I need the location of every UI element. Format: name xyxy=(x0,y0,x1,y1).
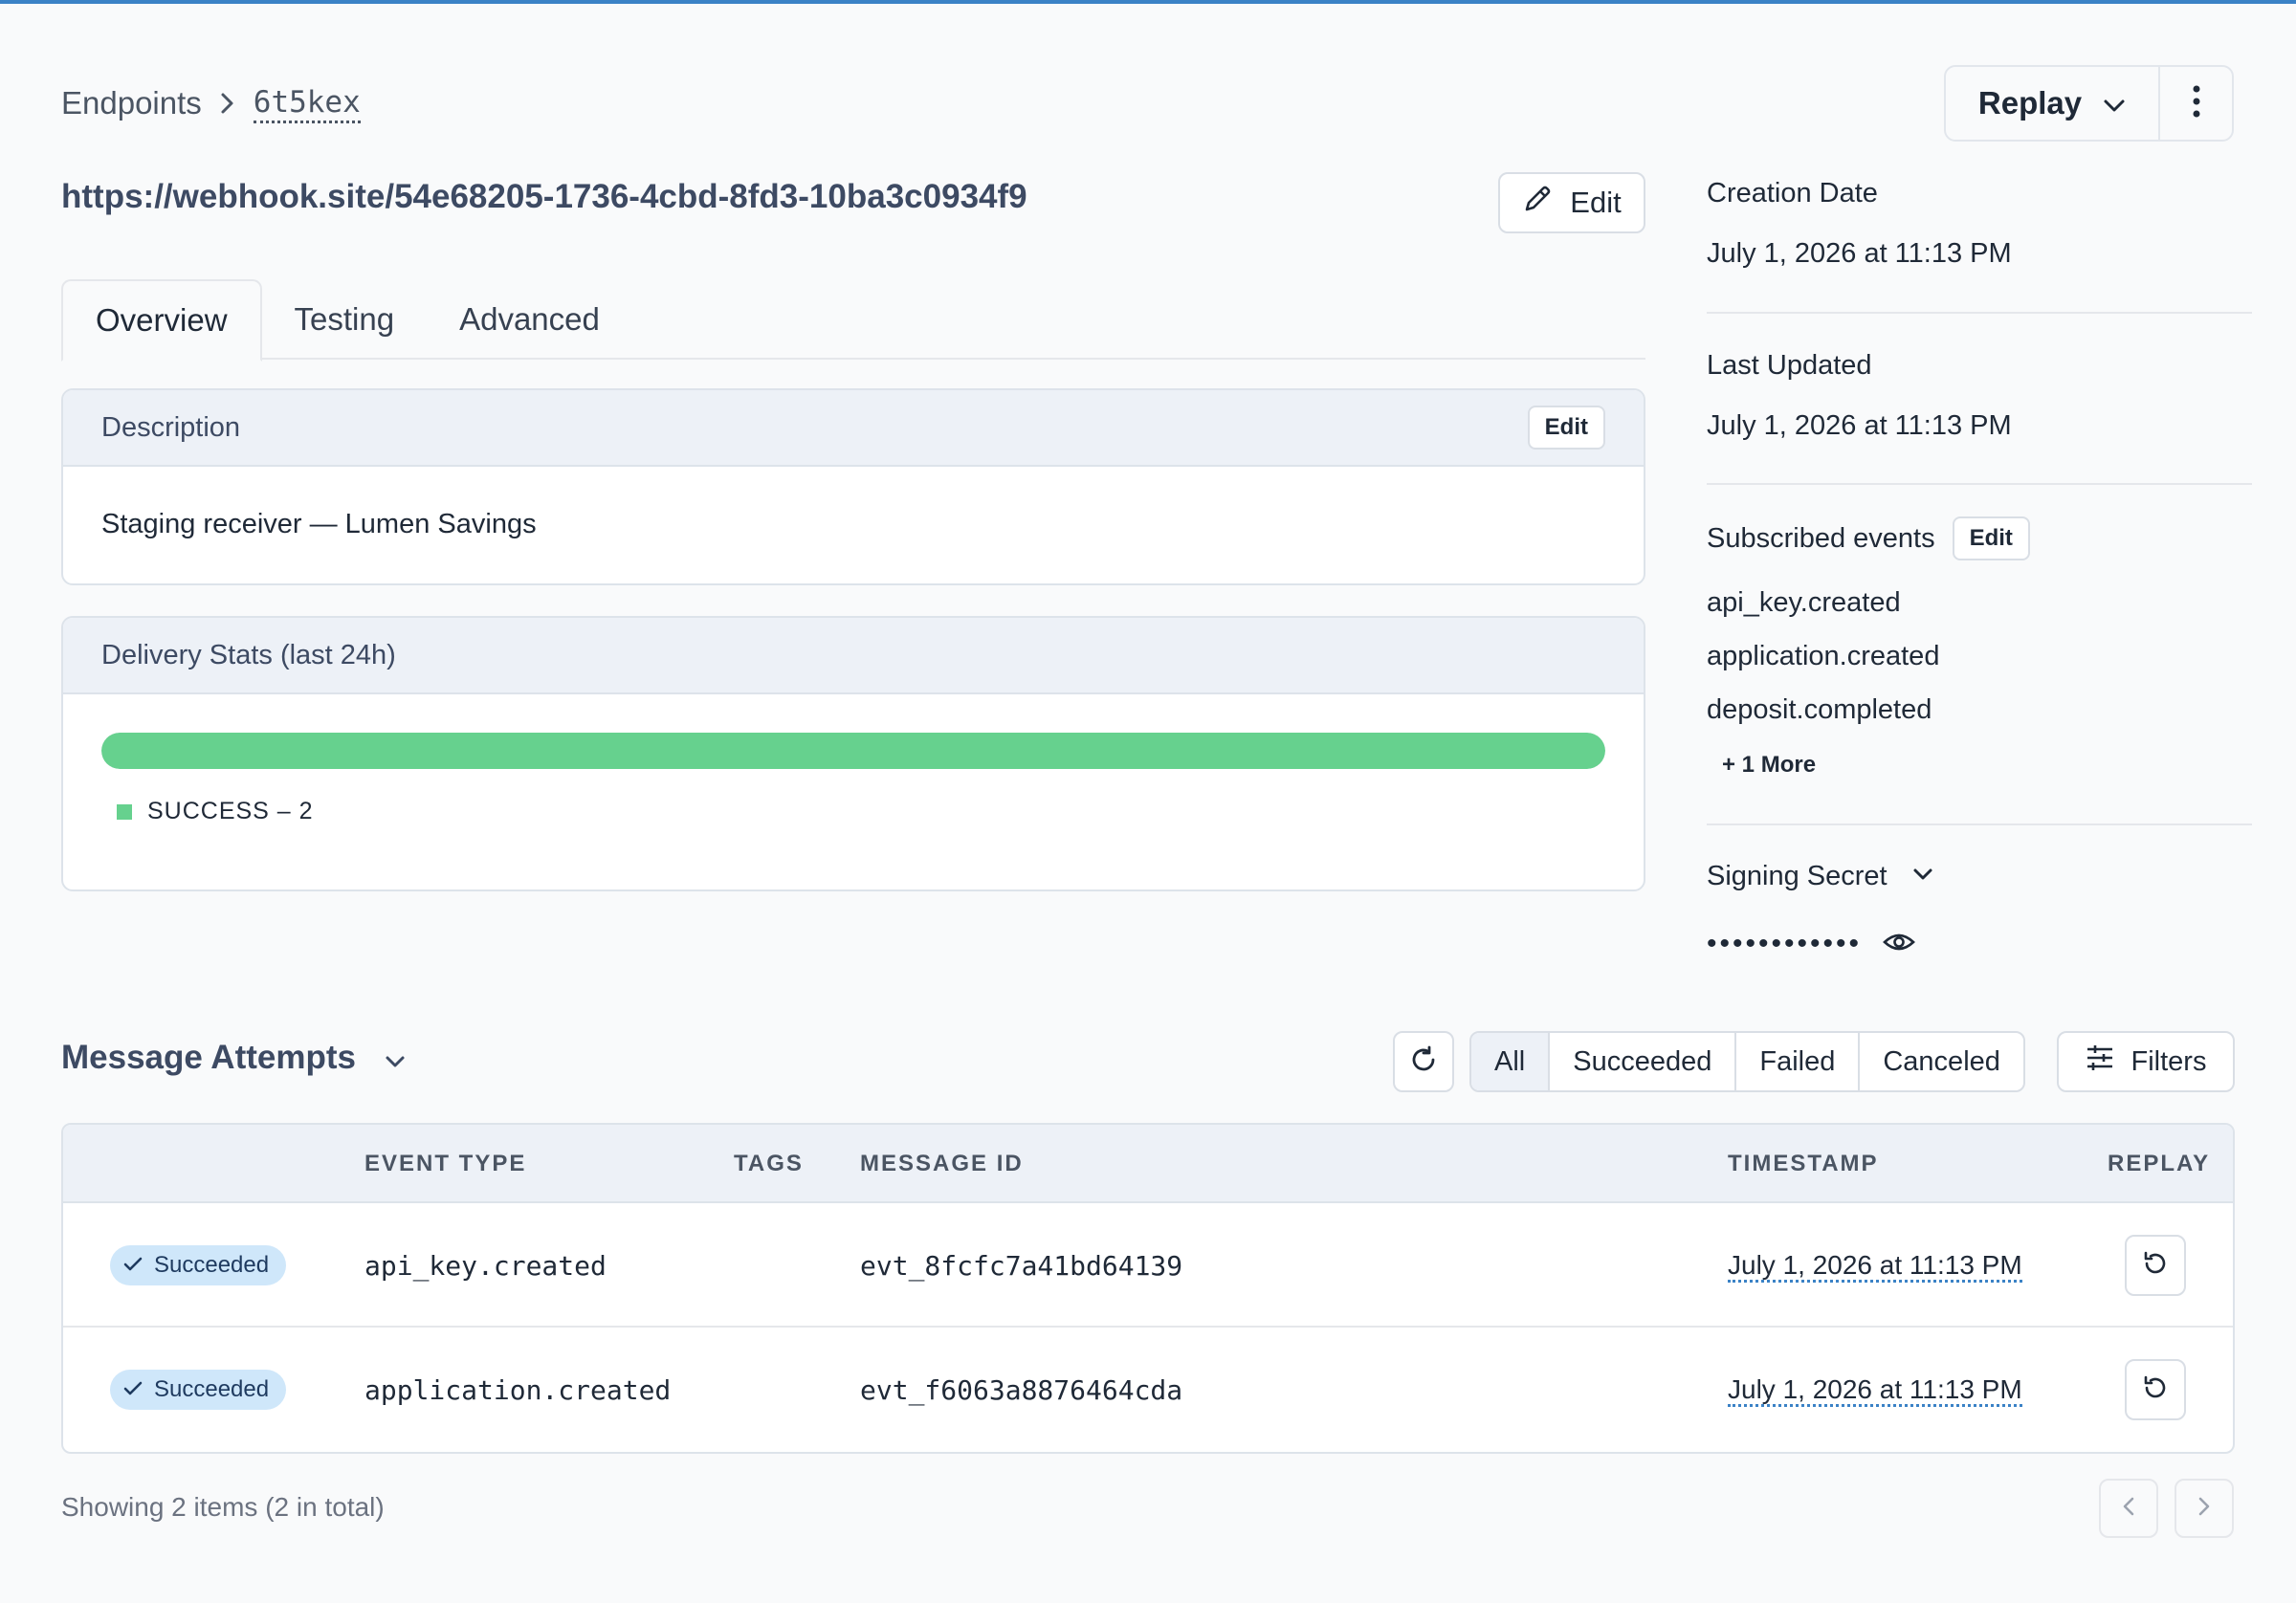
event-type-cell: application.created xyxy=(364,1373,672,1406)
column-tags: TAGS xyxy=(734,1151,804,1176)
delivery-stats-card: Delivery Stats (last 24h) SUCCESS – 2 xyxy=(61,616,1645,891)
replay-button-group: Replay xyxy=(1944,65,2234,142)
delivery-stats-header: Delivery Stats (last 24h) xyxy=(63,618,1644,694)
subscribed-events-label: Subscribed events xyxy=(1707,522,1935,554)
tab-advanced[interactable]: Advanced xyxy=(427,279,632,360)
breadcrumb: Endpoints 6t5kex xyxy=(61,82,361,124)
next-page-button[interactable] xyxy=(2175,1479,2234,1538)
message-id-cell[interactable]: evt_f6063a8876464cda xyxy=(860,1328,1182,1452)
description-text: Staging receiver — Lumen Savings xyxy=(101,509,537,539)
message-attempts-title[interactable]: Message Attempts xyxy=(61,1039,406,1077)
chevron-down-icon xyxy=(385,1039,406,1077)
breadcrumb-endpoints-link[interactable]: Endpoints xyxy=(61,85,202,121)
refresh-button[interactable] xyxy=(1393,1031,1454,1092)
event-item: api_key.created xyxy=(1707,587,1901,618)
status-badge: Succeeded xyxy=(110,1245,287,1285)
status-label: Succeeded xyxy=(154,1252,270,1278)
replay-button[interactable]: Replay xyxy=(1946,67,2160,140)
table-header: EVENT TYPE TAGS MESSAGE ID TIMESTAMP REP… xyxy=(63,1125,2233,1203)
edit-events-button[interactable]: Edit xyxy=(1952,516,2030,560)
replay-icon xyxy=(2142,1250,2169,1282)
success-legend-swatch xyxy=(117,803,132,820)
signing-secret-toggle[interactable]: Signing Secret xyxy=(1707,861,1933,892)
sliders-icon xyxy=(2086,1043,2114,1080)
endpoint-url: https://webhook.site/54e68205-1736-4cbd-… xyxy=(61,178,1027,215)
edit-url-button[interactable]: Edit xyxy=(1498,172,1645,233)
side-divider xyxy=(1707,823,2252,825)
column-event-type: EVENT TYPE xyxy=(364,1151,527,1176)
chevron-left-icon xyxy=(2122,1496,2135,1522)
edit-url-label: Edit xyxy=(1570,186,1622,219)
table-row[interactable]: Succeeded api_key.created evt_8fcfc7a41b… xyxy=(63,1203,2233,1328)
top-accent-bar xyxy=(0,0,2296,4)
tab-testing[interactable]: Testing xyxy=(262,279,428,360)
side-divider xyxy=(1707,312,2252,314)
row-replay-button[interactable] xyxy=(2125,1359,2186,1420)
refresh-icon xyxy=(1409,1045,1438,1079)
timestamp-cell: July 1, 2026 at 11:13 PM xyxy=(1728,1374,2024,1407)
event-item: application.created xyxy=(1707,641,1940,671)
signing-secret-masked: •••••••••••• xyxy=(1707,928,1863,959)
chevron-down-icon xyxy=(1912,867,1933,886)
filter-canceled[interactable]: Canceled xyxy=(1858,1033,2023,1090)
creation-date-value: July 1, 2026 at 11:13 PM xyxy=(1707,238,2012,269)
status-label: Succeeded xyxy=(154,1376,270,1402)
check-icon xyxy=(123,1376,143,1403)
chevron-down-icon xyxy=(2103,85,2126,121)
column-timestamp: TIMESTAMP xyxy=(1728,1151,1879,1176)
event-type-cell: api_key.created xyxy=(364,1249,607,1282)
signing-secret-value: •••••••••••• xyxy=(1707,928,1915,960)
replay-label: Replay xyxy=(1977,85,2083,121)
chevron-right-icon xyxy=(2197,1496,2211,1522)
subscribed-events-header: Subscribed events Edit xyxy=(1707,516,2030,560)
timestamp-text: July 1, 2026 at 11:13 PM xyxy=(1728,1250,2022,1283)
status-badge: Succeeded xyxy=(110,1370,287,1410)
column-message-id: MESSAGE ID xyxy=(860,1151,1024,1176)
creation-date-label: Creation Date xyxy=(1707,178,1878,209)
delivery-stats-bar xyxy=(101,733,1605,769)
filters-label: Filters xyxy=(2130,1045,2207,1077)
side-divider xyxy=(1707,483,2252,485)
last-updated-value: July 1, 2026 at 11:13 PM xyxy=(1707,410,2012,441)
eye-icon[interactable] xyxy=(1883,931,1915,958)
replay-icon xyxy=(2142,1374,2169,1406)
filter-failed[interactable]: Failed xyxy=(1734,1033,1858,1090)
message-attempts-table: EVENT TYPE TAGS MESSAGE ID TIMESTAMP REP… xyxy=(61,1123,2235,1454)
status-filter-group: All Succeeded Failed Canceled xyxy=(1469,1031,2025,1092)
column-replay: REPLAY xyxy=(2108,1151,2211,1176)
description-title: Description xyxy=(101,411,241,443)
more-events-link[interactable]: + 1 More xyxy=(1722,752,1816,779)
last-updated-label: Last Updated xyxy=(1707,350,1872,381)
signing-secret-label: Signing Secret xyxy=(1707,861,1888,891)
timestamp-cell: July 1, 2026 at 11:13 PM xyxy=(1728,1250,2024,1283)
message-id-cell[interactable]: evt_8fcfc7a41bd64139 xyxy=(860,1203,1182,1328)
tab-bar: Overview Testing Advanced xyxy=(61,279,1645,362)
filters-button[interactable]: Filters xyxy=(2057,1031,2235,1092)
edit-description-button[interactable]: Edit xyxy=(1527,406,1605,450)
check-icon xyxy=(123,1252,143,1279)
description-header: Description Edit xyxy=(63,390,1644,467)
previous-page-button[interactable] xyxy=(2099,1479,2158,1538)
description-card: Description Edit Staging receiver — Lume… xyxy=(61,388,1645,585)
event-item: deposit.completed xyxy=(1707,694,1932,725)
timestamp-text: July 1, 2026 at 11:13 PM xyxy=(1728,1374,2022,1407)
delivery-stats-title: Delivery Stats (last 24h) xyxy=(101,639,396,670)
table-row[interactable]: Succeeded application.created evt_f6063a… xyxy=(63,1328,2233,1452)
more-options-button[interactable] xyxy=(2160,67,2232,140)
tab-overview[interactable]: Overview xyxy=(61,279,262,362)
filter-succeeded[interactable]: Succeeded xyxy=(1548,1033,1734,1090)
row-replay-button[interactable] xyxy=(2125,1235,2186,1296)
chevron-right-icon xyxy=(219,91,236,116)
kebab-menu-icon xyxy=(2193,85,2200,122)
message-attempts-label: Message Attempts xyxy=(61,1039,356,1076)
success-bar-fill xyxy=(101,733,1605,769)
success-legend-label: SUCCESS – 2 xyxy=(147,798,314,824)
filter-all[interactable]: All xyxy=(1471,1033,1549,1090)
pencil-icon xyxy=(1522,184,1553,222)
pagination-summary: Showing 2 items (2 in total) xyxy=(61,1492,385,1522)
delivery-stats-legend: SUCCESS – 2 xyxy=(117,798,1644,825)
breadcrumb-endpoint-id[interactable]: 6t5kex xyxy=(253,84,361,123)
